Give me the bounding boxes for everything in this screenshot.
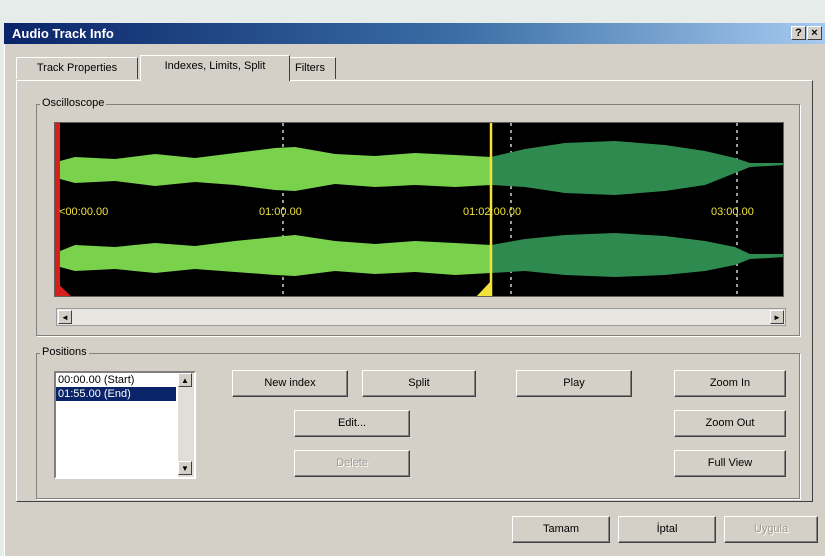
scroll-down-icon[interactable]: ▼ xyxy=(178,461,192,475)
time-label-3: 01:02:00.00 xyxy=(463,206,521,218)
listbox-scrollbar[interactable]: ▲ ▼ xyxy=(178,373,194,477)
time-label-2: 01:00.00 xyxy=(259,206,302,218)
scroll-left-icon[interactable]: ◄ xyxy=(58,310,72,324)
help-button[interactable]: ? xyxy=(791,26,806,40)
list-item[interactable]: 00:00.00 (Start) xyxy=(56,373,176,387)
ok-button[interactable]: Tamam xyxy=(512,516,610,543)
tab-track-properties[interactable]: Track Properties xyxy=(16,57,138,79)
oscilloscope-label: Oscilloscope xyxy=(40,97,107,109)
oscilloscope-display[interactable]: <00:00.00 01:00.00 01:02:00.00 03:00.00 xyxy=(54,122,784,297)
tab-indexes-limits-split[interactable]: Indexes, Limits, Split xyxy=(140,55,290,81)
list-item-selected[interactable]: 01:55.00 (End) xyxy=(56,387,176,401)
horizontal-scrollbar[interactable]: ◄ ► xyxy=(56,308,786,326)
playback-cursor-handle[interactable] xyxy=(475,281,491,297)
waveform-channel-1-unplayed xyxy=(491,141,783,195)
new-index-button[interactable]: New index xyxy=(232,370,348,397)
delete-button[interactable]: Delete xyxy=(294,450,410,477)
apply-button[interactable]: Uygula xyxy=(724,516,818,543)
full-view-button[interactable]: Full View xyxy=(674,450,786,477)
waveform-channel-1-played xyxy=(60,147,491,191)
zoom-out-button[interactable]: Zoom Out xyxy=(674,410,786,437)
window-title: Audio Track Info xyxy=(12,26,114,41)
positions-label: Positions xyxy=(40,346,89,358)
split-button[interactable]: Split xyxy=(362,370,476,397)
waveform-channel-2-played xyxy=(60,235,491,276)
play-button[interactable]: Play xyxy=(516,370,632,397)
waveform-channel-2-unplayed xyxy=(491,233,783,277)
scroll-up-icon[interactable]: ▲ xyxy=(178,373,192,387)
waveform-canvas[interactable]: <00:00.00 01:00.00 01:02:00.00 03:00.00 xyxy=(55,123,784,297)
time-label-4: 03:00.00 xyxy=(711,206,754,218)
edit-button[interactable]: Edit... xyxy=(294,410,410,437)
scroll-right-icon[interactable]: ► xyxy=(770,310,784,324)
time-label-1: <00:00.00 xyxy=(59,206,108,218)
tab-filters[interactable]: Filters xyxy=(284,57,336,79)
zoom-in-button[interactable]: Zoom In xyxy=(674,370,786,397)
cancel-button[interactable]: İptal xyxy=(618,516,716,543)
positions-listbox[interactable]: 00:00.00 (Start) 01:55.00 (End) ▲ ▼ xyxy=(54,371,196,479)
close-button[interactable]: × xyxy=(807,26,822,40)
title-bar: Audio Track Info ? × xyxy=(4,23,825,44)
